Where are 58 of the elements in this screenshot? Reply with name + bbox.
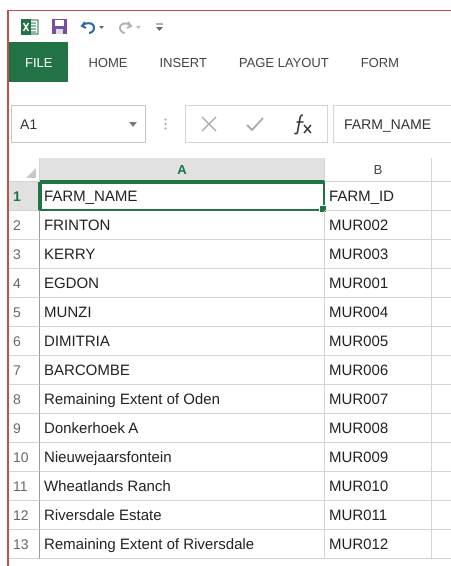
table-cell[interactable]: MUR004 — [325, 298, 432, 327]
table-cell[interactable]: MUR009 — [325, 443, 432, 472]
table-cell[interactable]: KERRY — [40, 240, 325, 269]
table-cell[interactable]: MUR011 — [325, 501, 432, 530]
insert-function-icon[interactable] — [292, 113, 312, 135]
cancel-icon[interactable] — [200, 116, 216, 132]
table-cell[interactable]: MUR003 — [325, 240, 432, 269]
table-cell[interactable]: DIMITRIA — [40, 327, 325, 356]
table-cell[interactable]: MUR010 — [325, 472, 432, 501]
table-cell[interactable]: MUR007 — [325, 385, 432, 414]
customize-menu-icon[interactable] — [156, 22, 163, 30]
excel-logo-icon — [21, 18, 39, 36]
table-cell[interactable]: BARCOMBE — [40, 356, 325, 385]
drag-handle-icon[interactable] — [164, 118, 167, 130]
table-cell[interactable]: MUR006 — [325, 356, 432, 385]
formula-field[interactable]: FARM_NAME — [333, 105, 451, 143]
dropdown-caret-icon[interactable] — [129, 122, 137, 126]
table-cell[interactable]: Wheatlands Ranch — [40, 472, 325, 501]
table-cell[interactable]: EGDON — [40, 269, 325, 298]
row-header[interactable]: 3 — [9, 240, 40, 269]
ribbon-tab[interactable]: FORM — [346, 42, 414, 82]
column-header[interactable]: B — [325, 158, 432, 182]
row-header[interactable]: 7 — [9, 356, 40, 385]
table-cell[interactable]: MUR005 — [325, 327, 432, 356]
table-cell[interactable]: Remaining Extent of Oden — [40, 385, 325, 414]
ribbon-tab[interactable]: INSERT — [145, 42, 221, 82]
fill-handle[interactable] — [319, 205, 327, 213]
table-cell[interactable]: MUR012 — [325, 530, 432, 559]
row-header[interactable]: 8 — [9, 385, 40, 414]
check-icon[interactable] — [246, 117, 264, 131]
name-box[interactable]: A1 — [11, 105, 146, 143]
row-header[interactable]: 2 — [9, 211, 40, 240]
table-cell[interactable]: FRINTON — [40, 211, 325, 240]
column-header[interactable]: A — [40, 158, 325, 182]
row-header[interactable]: 1 — [9, 182, 40, 211]
row-header[interactable]: 6 — [9, 327, 40, 356]
row-header[interactable]: 4 — [9, 269, 40, 298]
row-header[interactable]: 11 — [9, 472, 40, 501]
row-header[interactable]: 12 — [9, 501, 40, 530]
table-cell[interactable]: MUR008 — [325, 414, 432, 443]
ribbon-tab[interactable]: PAGE LAYOUT — [224, 42, 343, 82]
table-cell[interactable]: Riversdale Estate — [40, 501, 325, 530]
table-cell[interactable]: Donkerhoek A — [40, 414, 325, 443]
undo-icon[interactable] — [80, 18, 106, 34]
ribbon-tab[interactable]: HOME — [74, 42, 142, 82]
table-cell[interactable]: Remaining Extent of Riversdale — [40, 530, 325, 559]
table-cell[interactable]: FARM_ID — [325, 182, 432, 211]
table-cell[interactable]: MUR002 — [325, 211, 432, 240]
save-icon[interactable] — [51, 18, 68, 35]
row-header[interactable]: 13 — [9, 530, 40, 559]
row-header[interactable]: 5 — [9, 298, 40, 327]
file-menu-tab[interactable]: FILE — [9, 42, 68, 82]
table-cell[interactable]: FARM_NAME — [40, 182, 325, 211]
table-cell[interactable]: MUNZI — [40, 298, 325, 327]
row-header[interactable]: 9 — [9, 414, 40, 443]
table-cell[interactable]: Nieuwejaarsfontein — [40, 443, 325, 472]
row-header[interactable]: 10 — [9, 443, 40, 472]
table-cell[interactable]: MUR001 — [325, 269, 432, 298]
